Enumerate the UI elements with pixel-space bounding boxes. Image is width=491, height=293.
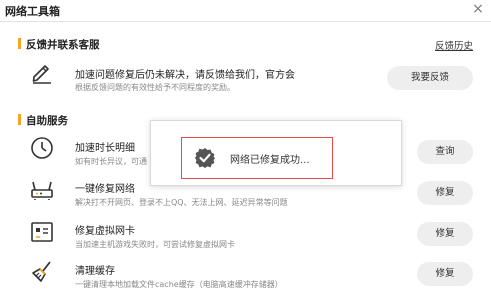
- item-desc: 当加速主机游戏失败时，可尝试修复虚拟网卡: [75, 240, 235, 249]
- pencil-icon: [30, 60, 54, 84]
- check-badge-icon: [194, 147, 216, 169]
- clear-cache-button[interactable]: 修复: [417, 262, 473, 286]
- list-item: 修复虚拟网卡 当加速主机游戏失败时，可尝试修复虚拟网卡 修复: [0, 220, 491, 256]
- query-button[interactable]: 查询: [417, 140, 473, 164]
- section-accent-bar: [18, 114, 21, 125]
- feedback-item-title: 加速问题修复后仍未解决，请反馈给我们，官方会: [75, 70, 295, 81]
- window-title: 网络工具箱: [5, 5, 60, 18]
- close-icon[interactable]: ×: [471, 2, 485, 16]
- item-desc: 一键清理本地加载文件cache缓存（电脑高速缓冲存储器）: [75, 280, 283, 289]
- item-title: 加速时长明细: [75, 143, 135, 154]
- router-icon: [30, 178, 54, 202]
- item-title: 清理缓存: [75, 266, 115, 277]
- feedback-history-link[interactable]: 反馈历史: [435, 38, 473, 52]
- success-toast: 网络已修复成功...: [150, 120, 402, 186]
- list-item: 清理缓存 一键清理本地加载文件cache缓存（电脑高速缓冲存储器） 修复: [0, 260, 491, 292]
- feedback-button[interactable]: 我要反馈: [387, 66, 473, 90]
- repair-network-button[interactable]: 修复: [417, 181, 473, 205]
- repair-virtual-nic-button[interactable]: 修复: [417, 222, 473, 246]
- title-divider: [0, 21, 491, 22]
- broom-icon: [30, 260, 54, 284]
- toast-highlight-box: 网络已修复成功...: [181, 137, 333, 179]
- item-desc: 解决打不开网页、登录不上QQ、无法上网、延迟异常等问题: [75, 198, 288, 207]
- self-service-section-title: 自助服务: [26, 115, 68, 127]
- feedback-item-desc: 根据反馈问题的有效性给予不同程度的奖励。: [75, 83, 235, 92]
- item-desc: 如有时长异议，可通: [75, 157, 147, 166]
- feedback-item: 加速问题修复后仍未解决，请反馈给我们，官方会 根据反馈问题的有效性给予不同程度的…: [0, 60, 491, 100]
- clock-icon: [30, 136, 54, 160]
- toast-message: 网络已修复成功...: [230, 155, 310, 166]
- item-title: 修复虚拟网卡: [75, 226, 135, 237]
- item-title: 一键修复网络: [75, 184, 135, 195]
- network-card-icon: [30, 220, 54, 244]
- title-bar: 网络工具箱 ×: [0, 0, 491, 22]
- feedback-section-title: 反馈并联系客服: [26, 39, 100, 51]
- section-accent-bar: [18, 38, 21, 49]
